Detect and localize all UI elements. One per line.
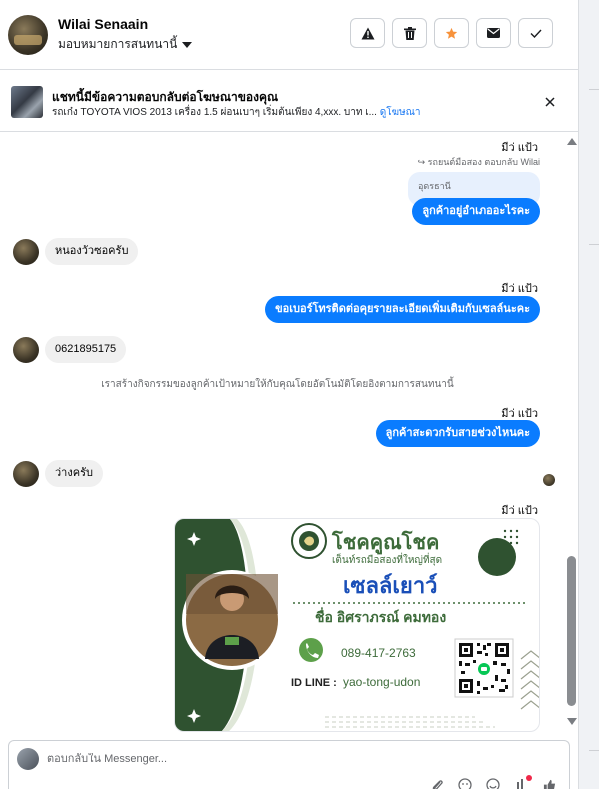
page-avatar <box>17 748 39 770</box>
trash-icon <box>403 26 416 40</box>
message-incoming[interactable]: 0621895175 <box>45 336 127 363</box>
card-phone: 089-417-2763 <box>341 646 416 660</box>
right-side-panel-edge <box>578 0 599 789</box>
thumbs-up-button[interactable] <box>541 777 557 789</box>
check-icon <box>530 29 542 38</box>
read-receipt: มีว่ แป้ว <box>501 142 538 154</box>
composer-tools <box>429 775 557 789</box>
qr-code <box>454 638 514 698</box>
attach-icon <box>432 780 443 789</box>
message-outgoing[interactable]: ลูกค้าสะดวกรับสายช่วงไหนคะ <box>375 420 540 447</box>
conversation-header: Wilai Senaain มอบหมายการสนทนานี้ <box>0 0 578 70</box>
contact-name[interactable]: Wilai Senaain <box>58 16 148 32</box>
message-incoming[interactable]: ว่างครับ <box>45 460 103 487</box>
seen-by-avatar <box>543 474 555 486</box>
gutter-divider <box>589 244 599 245</box>
ad-thumbnail[interactable] <box>11 86 43 118</box>
business-card-image[interactable]: โชคคูณโชค เต็นท์รถมือสองที่ใหญ่ที่สุด เซ… <box>174 518 540 732</box>
ad-description: รถเก๋ง TOYOTA VIOS 2013 เครื่อง 1.5 ผ่อน… <box>52 107 377 118</box>
view-ad-link[interactable]: ดูโฆษณา <box>380 107 421 118</box>
phone-icon <box>299 638 323 662</box>
assign-label: มอบหมายการสนทนานี้ <box>58 37 178 51</box>
card-line-id: yao-tong-udon <box>343 675 420 689</box>
header-actions <box>350 18 553 48</box>
gutter-divider <box>589 750 599 751</box>
delete-button[interactable] <box>392 18 427 48</box>
close-ad-banner-button[interactable] <box>540 92 560 112</box>
star-button[interactable] <box>434 18 469 48</box>
customer-avatar[interactable] <box>13 239 39 265</box>
conversation-panel: Wilai Senaain มอบหมายการสนทนานี้ แชทนี้ม… <box>0 0 578 789</box>
attach-button[interactable] <box>429 777 445 789</box>
mark-unread-button[interactable] <box>476 18 511 48</box>
card-tagline: เต็นท์รถมือสองที่ใหญ่ที่สุด <box>332 552 442 566</box>
close-icon <box>545 97 555 107</box>
message-composer <box>8 740 570 789</box>
assign-conversation-dropdown[interactable]: มอบหมายการสนทนานี้ <box>58 35 193 54</box>
like-icon <box>517 779 523 789</box>
reply-input[interactable] <box>47 753 447 765</box>
mark-done-button[interactable] <box>518 18 553 48</box>
report-button[interactable] <box>350 18 385 48</box>
gutter-divider <box>589 89 599 90</box>
card-role: เซลล์เยาว์ <box>343 573 438 598</box>
message-outgoing[interactable]: ขอเบอร์โทรติดต่อคุยรายละเอียดเพิ่มเติมกั… <box>265 296 540 323</box>
customer-avatar[interactable] <box>13 337 39 363</box>
ad-context-banner: แชทนี้มีข้อความตอบกลับต่อโฆษณาของคุณ รถเ… <box>0 70 578 132</box>
warning-icon <box>361 27 374 39</box>
emoji-icon <box>486 778 500 789</box>
notification-dot <box>526 775 532 781</box>
thumbs-up-icon <box>543 779 555 789</box>
like-button[interactable] <box>513 775 532 789</box>
card-line-label: ID LINE : <box>291 677 337 689</box>
message-incoming[interactable]: หนองวัวซอครับ <box>45 238 139 265</box>
system-activity-note: เราสร้างกิจกรรมของลูกค้าเป้าหมายให้กับคุ… <box>101 379 454 390</box>
contact-avatar[interactable] <box>8 15 48 55</box>
card-full-name: ชื่อ อิศราภรณ์ คมทอง <box>315 607 446 625</box>
caret-down-icon <box>182 41 193 48</box>
card-brand: โชคคูณโชค <box>331 530 439 556</box>
business-card-graphic: โชคคูณโชค เต็นท์รถมือสองที่ใหญ่ที่สุด เซ… <box>175 519 539 731</box>
read-receipt: มีว่ แป้ว <box>501 283 538 295</box>
scroll-down-arrow-icon[interactable] <box>567 718 577 725</box>
gif-button[interactable] <box>457 777 473 789</box>
read-receipt: มีว่ แป้ว <box>501 505 538 517</box>
envelope-icon <box>487 28 500 38</box>
reply-arrow-icon: ↪ <box>417 157 426 167</box>
gif-icon <box>458 778 472 789</box>
customer-avatar[interactable] <box>13 461 39 487</box>
emoji-button[interactable] <box>485 777 501 789</box>
ad-banner-subtitle: รถเก๋ง TOYOTA VIOS 2013 เครื่อง 1.5 ผ่อน… <box>52 105 421 120</box>
message-outgoing[interactable]: ลูกค้าอยู่อำเภออะไรคะ <box>412 198 540 225</box>
reply-context-note: ↪ รถยนต์มือสอง ตอบกลับ Wilai <box>417 157 540 167</box>
scrollbar-thumb[interactable] <box>567 556 576 706</box>
scroll-up-arrow-icon[interactable] <box>567 138 577 145</box>
chat-scrollbar[interactable] <box>564 138 578 730</box>
star-icon <box>445 27 458 39</box>
